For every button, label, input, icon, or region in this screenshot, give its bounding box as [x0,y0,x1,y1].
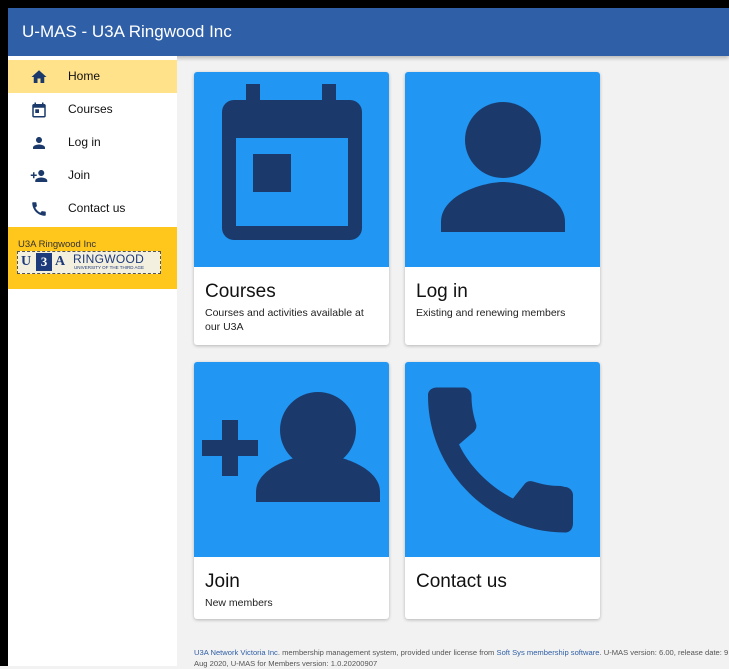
main-content: Courses Courses and activities available… [177,56,729,666]
sidebar-item-login[interactable]: Log in [8,126,177,159]
org-name: U3A Ringwood Inc [18,239,97,250]
app-bar: U-MAS - U3A Ringwood Inc [8,8,729,56]
join-card[interactable]: Join New members [194,362,389,619]
logo-word: RINGWOOD [73,252,145,266]
person-add-icon [202,392,380,502]
card-description: Courses and activities available at our … [205,307,364,333]
calendar-icon [222,84,362,240]
sidebar-item-label: Log in [68,135,101,149]
courses-card[interactable]: Courses Courses and activities available… [194,72,389,345]
phone-icon [428,387,573,533]
sidebar: Home Courses Log in Join Contact us U3A … [8,56,177,666]
app-title: U-MAS - U3A Ringwood Inc [22,22,232,41]
card-media [194,362,389,557]
calendar-icon [30,101,48,119]
card-title: Join [205,571,240,592]
logo-subtitle: UNIVERSITY OF THE THIRD AGE [74,265,145,270]
sidebar-item-join[interactable]: Join [8,159,177,192]
person-add-icon [30,167,48,185]
window-frame-top [0,0,729,8]
sidebar-item-label: Courses [68,102,113,116]
home-icon [30,68,48,86]
card-media [405,362,600,557]
phone-icon [30,200,48,218]
org-logo: U 3 A RINGWOOD UNIVERSITY OF THE THIRD A… [17,251,161,274]
person-icon [30,134,48,152]
sidebar-item-label: Contact us [68,201,126,215]
sidebar-item-home[interactable]: Home [8,60,177,93]
sidebar-item-courses[interactable]: Courses [8,93,177,126]
person-icon [441,102,565,232]
card-description: Existing and renewing members [416,307,566,319]
network-link[interactable]: U3A Network Victoria Inc [194,648,278,657]
sidebar-item-label: Join [68,168,91,182]
logo-digit-3: 3 [36,253,52,271]
card-media [194,72,389,267]
login-card[interactable]: Log in Existing and renewing members [405,72,600,345]
contact-card[interactable]: Contact us [405,362,600,619]
logo-letter-a: A [55,254,66,269]
card-title: Log in [416,281,468,302]
org-panel: U3A Ringwood Inc U 3 A RINGWOOD UNIVERSI… [8,227,177,289]
card-title: Contact us [416,571,507,592]
footer-text: . membership management system, provided… [277,648,497,657]
card-description: New members [205,597,273,609]
sidebar-item-contact[interactable]: Contact us [8,192,177,225]
vendor-link[interactable]: Soft Sys membership software [497,648,600,657]
card-media [405,72,600,267]
sidebar-item-label: Home [68,69,101,83]
window-frame-left [0,0,8,666]
card-title: Courses [205,281,276,302]
logo-letter-u: U [21,254,32,269]
